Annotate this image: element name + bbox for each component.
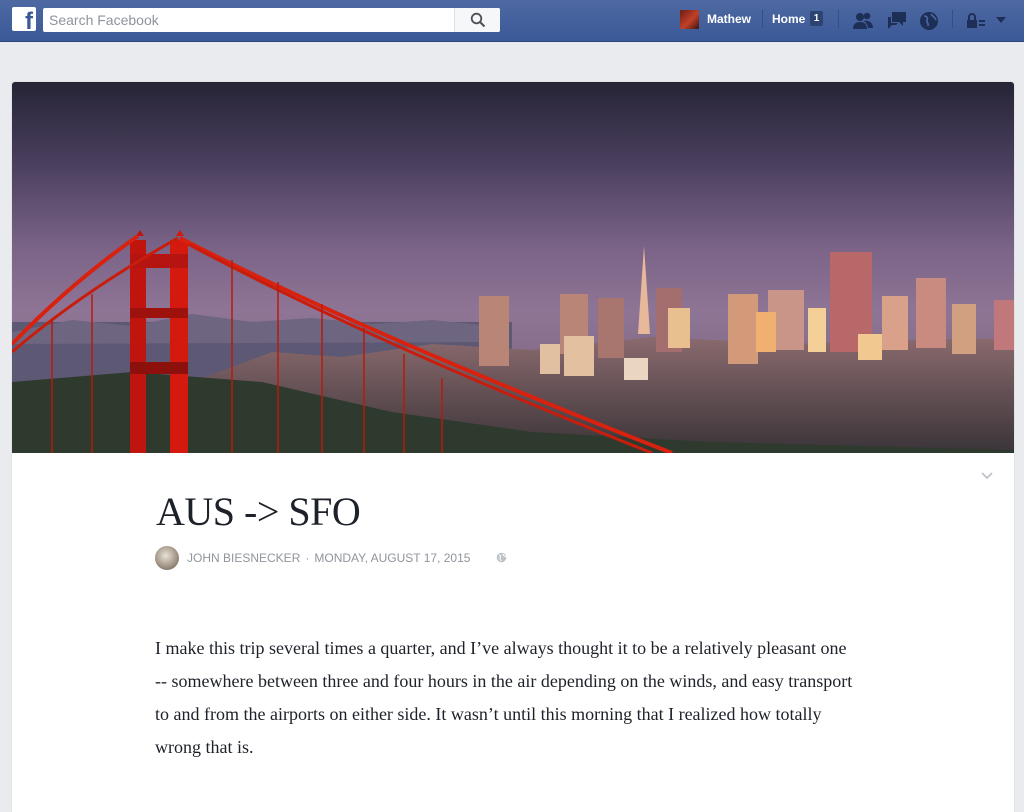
- privacy-lock-icon[interactable]: [964, 11, 986, 31]
- author-avatar[interactable]: [155, 546, 179, 570]
- notifications-globe-icon[interactable]: [918, 11, 940, 31]
- note-body: I make this trip several times a quarter…: [155, 638, 853, 757]
- cover-photo: [12, 82, 1014, 453]
- search-box: [43, 8, 500, 32]
- search-icon: [470, 12, 486, 28]
- note-date[interactable]: Monday, August 17, 2015: [314, 551, 470, 565]
- top-bar: f Mathew Home 1: [0, 0, 1024, 42]
- note-meta: John Biesnecker · Monday, August 17, 2015: [187, 551, 470, 565]
- search-input[interactable]: [43, 8, 453, 32]
- account-menu-caret-icon[interactable]: [996, 17, 1006, 23]
- nav-divider: [762, 10, 763, 28]
- globe-icon[interactable]: [496, 552, 507, 563]
- note-card: AUS -> SFO John Biesnecker · Monday, Augus…: [12, 82, 1014, 812]
- meta-separator: ·: [305, 551, 310, 565]
- nav-divider: [838, 10, 839, 28]
- messages-icon[interactable]: [886, 11, 908, 31]
- author-name[interactable]: John Biesnecker: [187, 551, 300, 565]
- home-link[interactable]: Home: [772, 12, 805, 26]
- friend-requests-icon[interactable]: [852, 11, 874, 31]
- facebook-logo-icon[interactable]: f: [12, 7, 36, 31]
- note-title: AUS -> SFO: [156, 489, 361, 534]
- user-name: Mathew: [707, 12, 752, 26]
- search-button[interactable]: [454, 8, 500, 32]
- chevron-down-icon[interactable]: [980, 471, 994, 481]
- home-count-badge: 1: [810, 11, 823, 26]
- nav-divider: [952, 10, 953, 28]
- avatar: [680, 10, 699, 29]
